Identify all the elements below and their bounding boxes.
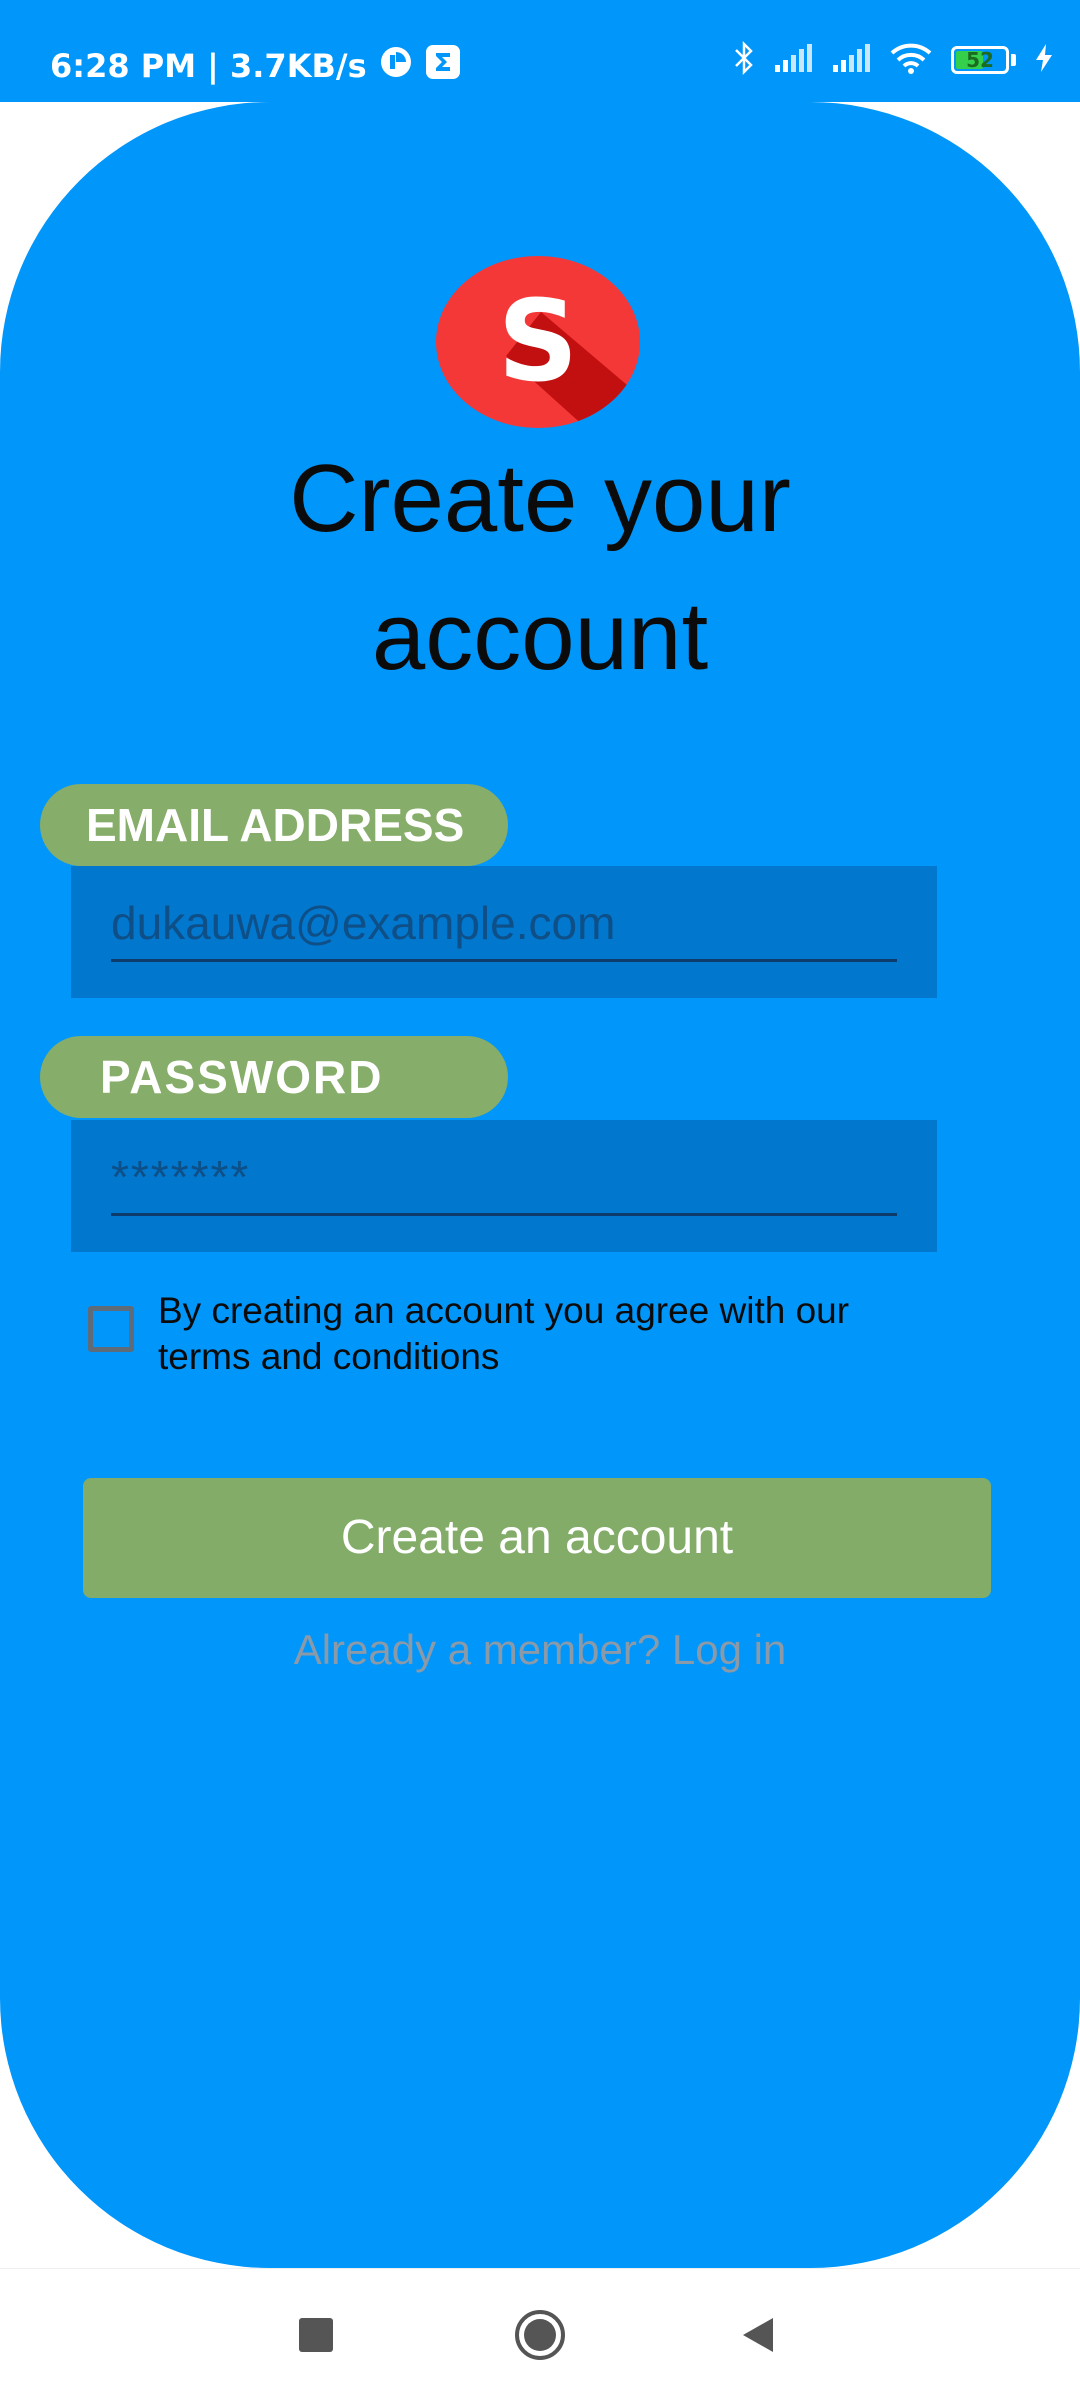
battery-level: 52 <box>966 48 994 72</box>
email-field-container <box>71 866 937 998</box>
battery-icon: 52 <box>951 46 1009 74</box>
password-label: PASSWORD <box>40 1036 508 1118</box>
terms-text: By creating an account you agree with ou… <box>158 1290 850 1377</box>
home-icon <box>515 2310 565 2360</box>
page-title: Create your account <box>289 445 791 690</box>
navigation-bar <box>0 2268 1080 2400</box>
terms-checkbox[interactable] <box>88 1306 134 1352</box>
wifi-icon <box>889 41 933 79</box>
login-link[interactable]: Already a member? Log in <box>0 1626 1080 1674</box>
app-logo: S <box>436 256 640 428</box>
status-time: 6:28 PM | 3.7KB/s <box>50 47 367 85</box>
charging-icon <box>1034 43 1054 77</box>
logo-letter: S <box>498 277 579 407</box>
signal-icon <box>831 43 871 77</box>
password-field-container <box>71 1120 937 1252</box>
email-label: EMAIL ADDRESS <box>40 784 508 866</box>
recent-apps-button[interactable] <box>261 2269 371 2400</box>
home-button[interactable] <box>485 2269 595 2400</box>
status-bar: 6:28 PM | 3.7KB/s 52 <box>0 0 1080 102</box>
status-left: 6:28 PM | 3.7KB/s <box>50 44 461 88</box>
recent-apps-icon <box>299 2318 333 2352</box>
password-field[interactable] <box>111 1140 897 1216</box>
panel-top-fill <box>270 102 810 142</box>
sigma-app-icon <box>425 44 461 88</box>
data-saver-icon <box>379 45 413 87</box>
bluetooth-icon <box>733 40 755 80</box>
email-field[interactable] <box>111 886 897 962</box>
back-icon <box>743 2318 773 2352</box>
create-account-button[interactable]: Create an account <box>83 1478 991 1598</box>
screen: 6:28 PM | 3.7KB/s 52 S Create your accou… <box>0 0 1080 2400</box>
signal-icon <box>773 43 813 77</box>
back-button[interactable] <box>704 2269 814 2400</box>
status-right: 52 <box>733 40 1054 80</box>
